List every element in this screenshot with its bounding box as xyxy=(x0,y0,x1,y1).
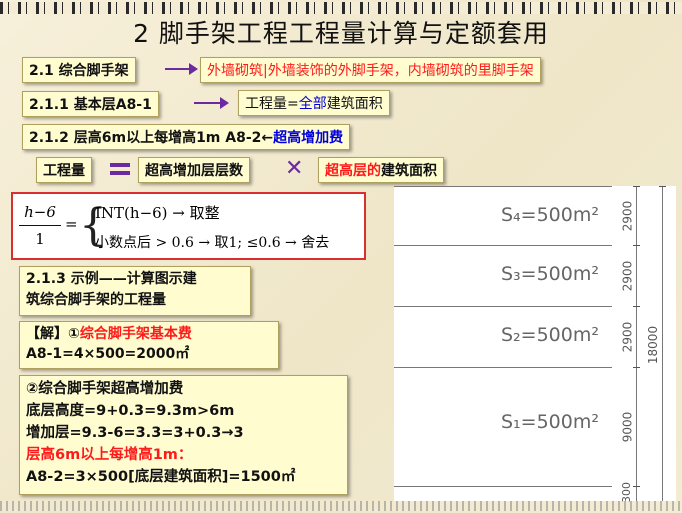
fraction-bar xyxy=(19,225,61,226)
item-comprehensive-scaffold: 2.1 综合脚手架 xyxy=(22,57,136,83)
height-increase-label: 2.1.2 层高6m以上每增高1m A8-2← xyxy=(29,130,274,146)
total-dimension-line xyxy=(662,186,663,501)
dimension-tick xyxy=(633,245,640,246)
area-label: 建筑面积 xyxy=(381,163,437,179)
base-height: 300 xyxy=(620,482,633,503)
roof-line xyxy=(394,186,612,187)
formula-line-decimal: 小数点后 > 0.6 → 取1; ≤0.6 → 舍去 xyxy=(95,235,330,251)
extra-fee-title: ②综合脚手架超高增加费 xyxy=(26,381,184,397)
floor-4-area: S₄=500m² xyxy=(501,204,599,226)
item-height-increase: 2.1.2 层高6m以上每增高1m A8-2←超高增加费 xyxy=(22,124,351,150)
high-floor-label: 超高层的 xyxy=(325,163,381,179)
item-scaffold-scope: 外墙砌筑|外墙装饰的外脚手架，内墙砌筑的里脚手架 xyxy=(200,57,541,83)
dimension-line xyxy=(636,186,637,501)
floor-3-area: S₃=500m² xyxy=(501,263,599,285)
total-height: 18000 xyxy=(646,325,661,365)
dimension-tick xyxy=(633,367,640,368)
floor-slab xyxy=(394,306,612,307)
dimension-tick xyxy=(633,306,640,307)
ground-line xyxy=(394,486,612,487)
extra-fee-calc: A8-2=3×500[底层建筑面积]=1500㎡ xyxy=(26,469,296,485)
solution-basic-fee: 【解】①综合脚手架基本费 A8-1=4×500=2000㎡ xyxy=(19,321,279,369)
floor-1-height: 9000 xyxy=(620,411,635,443)
arrow-icon xyxy=(165,63,198,75)
ground-floor-height: 底层高度=9+0.3=9.3m>6m xyxy=(26,403,235,419)
floor-2-area: S₂=500m² xyxy=(501,324,599,346)
dimension-tick xyxy=(633,486,640,487)
bottom-decoration-stripe xyxy=(0,501,682,511)
extra-layer-count: 增加层=9.3-6=3.3=3+0.3→3 xyxy=(26,425,244,441)
dimension-tick xyxy=(633,186,640,187)
floor-3-height: 2900 xyxy=(620,260,635,292)
quantity-area: 建筑面积 xyxy=(326,96,383,112)
solution-basic-title: 综合脚手架基本费 xyxy=(79,326,192,342)
solution-prefix: 【解】① xyxy=(26,326,80,342)
formula-line-int: INT(h−6) → 取整 xyxy=(95,204,220,222)
multiply-icon: ✕ xyxy=(285,156,304,181)
equals-icon xyxy=(110,161,130,177)
item-quantity-rule: 工程量=全部建筑面积 xyxy=(238,90,390,116)
formula-high-floor-area: 超高层的建筑面积 xyxy=(318,157,444,183)
formula-equals: = xyxy=(65,215,78,233)
quantity-all: 全部 xyxy=(298,96,327,112)
building-section-drawing: S₄=500m² S₃=500m² S₂=500m² S₁=500m² 2900… xyxy=(394,186,676,503)
dimension-tick xyxy=(659,186,666,187)
floor-slab xyxy=(394,245,612,246)
arrow-icon xyxy=(194,97,229,109)
slide-title: 2 脚手架工程工程量计算与定额套用 xyxy=(133,19,549,48)
formula-denominator: 1 xyxy=(35,230,45,248)
formula-numerator: h−6 xyxy=(24,203,56,221)
example-line-1: 2.1.3 示例——计算图示建 xyxy=(26,271,197,287)
rounding-formula: h−6 1 = { INT(h−6) → 取整 小数点后 > 0.6 → 取1;… xyxy=(11,192,366,260)
height-increase-fee: 超高增加费 xyxy=(273,130,344,146)
formula-extra-layers: 超高增加层层数 xyxy=(138,157,250,183)
floor-slab xyxy=(394,367,612,368)
example-line-2: 筑综合脚手架的工程量 xyxy=(26,292,166,308)
floor-4-height: 2900 xyxy=(620,200,635,232)
floor-2-height: 2900 xyxy=(620,321,635,353)
solution-basic-calc: A8-1=4×500=2000㎡ xyxy=(26,346,190,362)
floor-1-area: S₁=500m² xyxy=(501,411,599,433)
top-decoration-stripe xyxy=(0,2,682,14)
formula-quantity: 工程量 xyxy=(36,157,92,183)
item-basic-layer: 2.1.1 基本层A8-1 xyxy=(22,91,159,117)
extra-rule: 层高6m以上每增高1m： xyxy=(26,447,193,463)
example-heading: 2.1.3 示例——计算图示建 筑综合脚手架的工程量 xyxy=(19,266,251,316)
solution-extra-fee: ②综合脚手架超高增加费 底层高度=9+0.3=9.3m>6m 增加层=9.3-6… xyxy=(19,375,348,495)
quantity-label: 工程量= xyxy=(245,96,299,112)
